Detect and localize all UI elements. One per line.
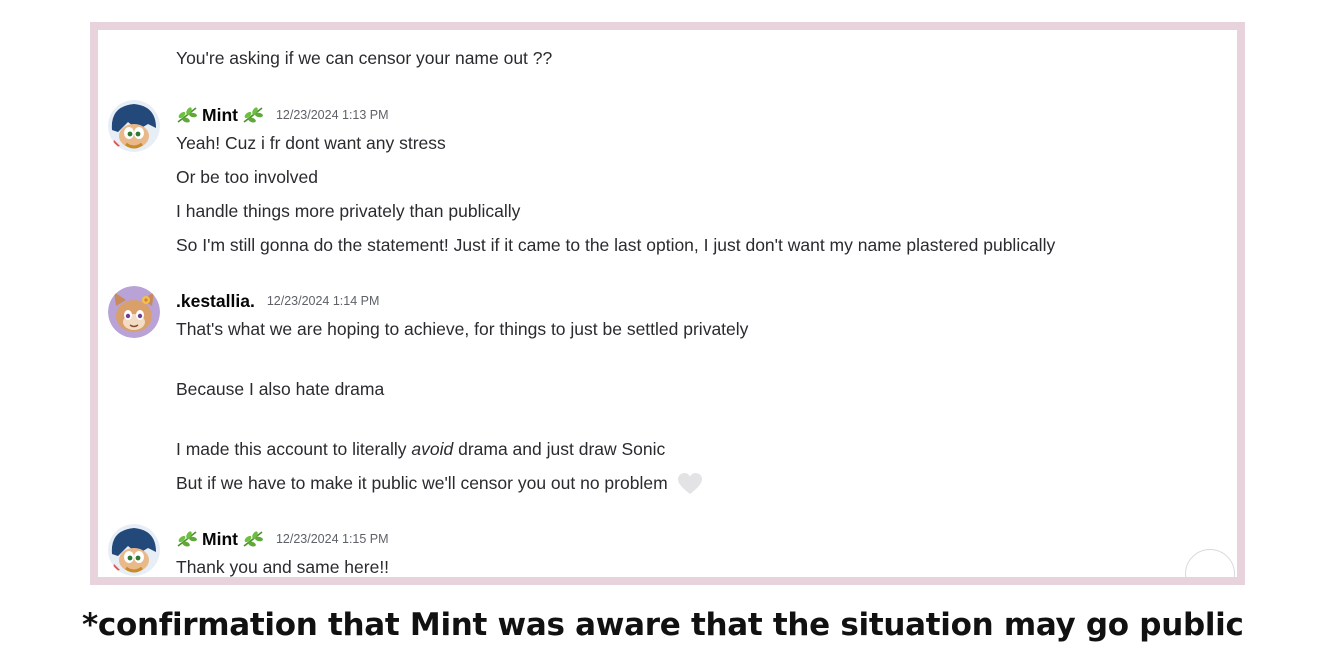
text-segment: But if we have to make it public we'll c…	[176, 473, 668, 493]
italic-text-segment: avoid	[411, 439, 454, 459]
text-segment: I made this account to literally	[176, 439, 412, 459]
avatar[interactable]	[108, 524, 160, 576]
mint-avatar-icon	[108, 524, 160, 576]
avatar[interactable]	[108, 286, 160, 338]
caption: *confirmation that Mint was aware that t…	[82, 607, 1244, 643]
message-header: Mint 12/23/2024 1:13 PM	[176, 102, 389, 128]
message-line: So I'm still gonna do the statement! Jus…	[176, 235, 1056, 255]
herb-emoji-icon	[177, 107, 197, 123]
message-line: I handle things more privately than publ…	[176, 201, 521, 221]
message-line: But if we have to make it public we'll c…	[176, 471, 703, 496]
herb-emoji-icon	[243, 531, 263, 547]
kestallia-avatar-icon	[108, 286, 160, 338]
text-segment: drama and just draw Sonic	[453, 439, 666, 459]
mint-avatar-icon	[108, 100, 160, 152]
message-line: Yeah! Cuz i fr dont want any stress	[176, 133, 446, 153]
white-heart-emoji-icon	[677, 473, 702, 495]
timestamp: 12/23/2024 1:15 PM	[275, 532, 389, 546]
message-line: Or be too involved	[176, 167, 319, 187]
username[interactable]: Mint	[202, 529, 238, 550]
message-line: Thank you and same here!!	[176, 557, 390, 577]
scroll-button[interactable]	[1185, 549, 1235, 577]
avatar[interactable]	[108, 100, 160, 152]
herb-emoji-icon	[177, 531, 197, 547]
timestamp: 12/23/2024 1:14 PM	[266, 294, 380, 308]
message-line: You're asking if we can censor your name…	[176, 48, 553, 68]
message-header: .kestallia. 12/23/2024 1:14 PM	[176, 288, 379, 314]
herb-emoji-icon	[243, 107, 263, 123]
timestamp: 12/23/2024 1:13 PM	[275, 108, 389, 122]
message-line: Because I also hate drama	[176, 379, 385, 399]
message-header: Mint 12/23/2024 1:15 PM	[176, 526, 389, 552]
message-line: I made this account to literally avoid d…	[176, 437, 665, 461]
username[interactable]: .kestallia.	[176, 291, 255, 312]
message-line: That's what we are hoping to achieve, fo…	[176, 319, 749, 339]
chat-screenshot-frame: You're asking if we can censor your name…	[90, 22, 1245, 585]
username[interactable]: Mint	[202, 105, 238, 126]
